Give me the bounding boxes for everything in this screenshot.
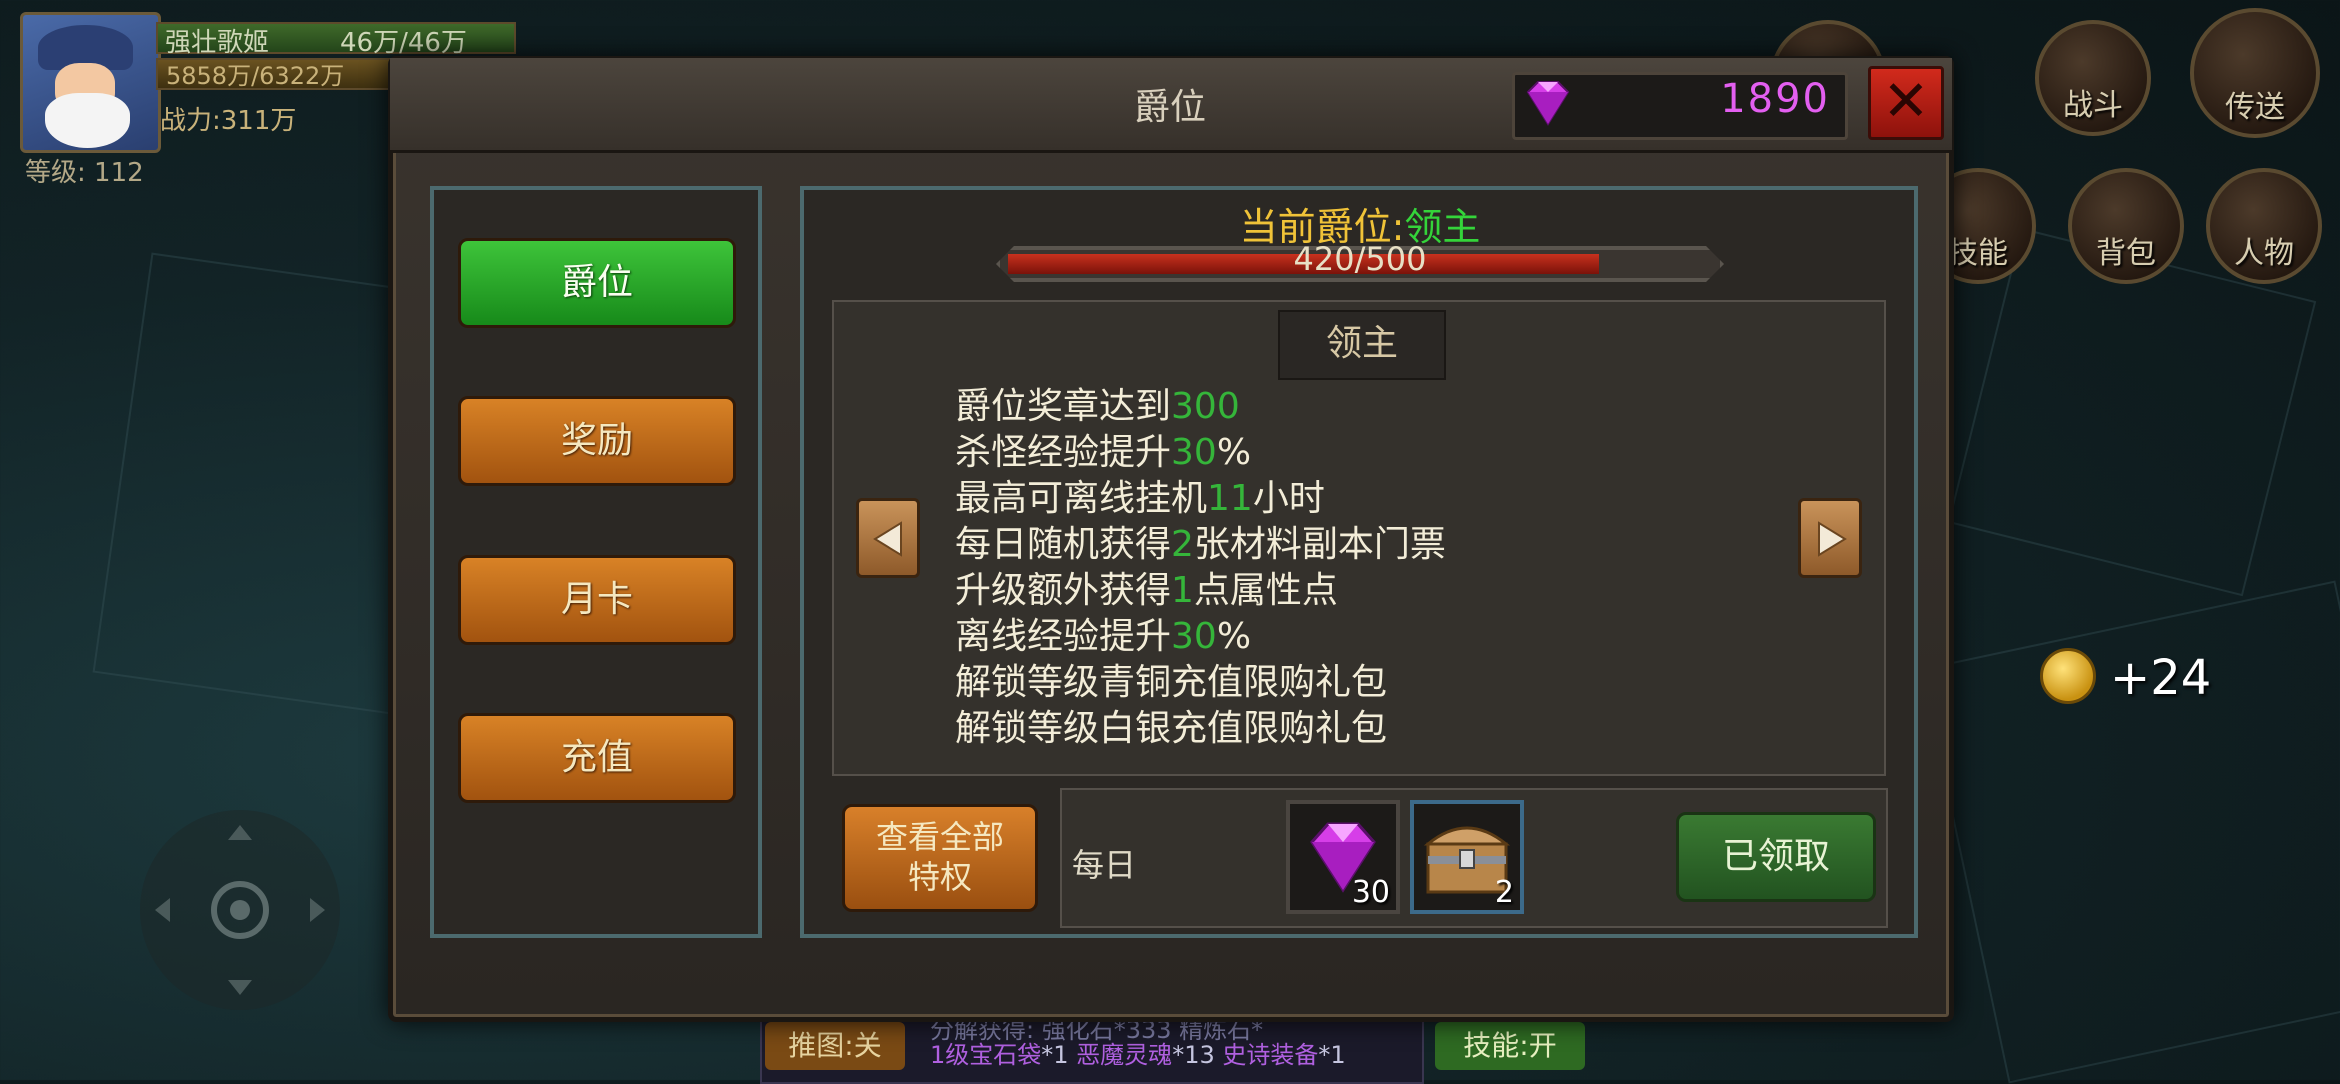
auto-skill-toggle[interactable]: 技能:开	[1435, 1022, 1585, 1070]
perk-line: 杀怪经验提升30%	[955, 432, 1252, 473]
menu-label: 人物	[2234, 236, 2294, 271]
rank-progress-text: 420/500	[1293, 240, 1427, 278]
player-name: 强壮歌姬	[165, 28, 270, 58]
loot-count: *13	[1172, 1041, 1223, 1069]
hp-text: 46万/46万	[340, 28, 467, 58]
menu-btn-character[interactable]: 人物	[2206, 168, 2322, 284]
close-x-icon: ✕	[1882, 69, 1930, 134]
tab-recharge[interactable]: 充值	[458, 713, 736, 803]
menu-btn-battle[interactable]: 战斗	[2035, 20, 2151, 136]
view-all-label: 查看全部	[875, 818, 1004, 856]
menu-btn-teleport[interactable]: 传送	[2190, 8, 2320, 138]
perk-line: 解锁等级白银充值限购礼包	[955, 708, 1388, 749]
reward-item-gem[interactable]: 30	[1286, 800, 1400, 914]
dialog-title: 爵位	[1133, 87, 1206, 128]
menu-label: 传送	[2225, 90, 2285, 125]
menu-label: 背包	[2096, 236, 2156, 271]
item-count: 2	[1494, 875, 1514, 910]
tab-nobility[interactable]: 爵位	[458, 238, 736, 328]
mp-text: 5858万/6322万	[166, 62, 345, 90]
perk-line: 升级额外获得1点属性点	[955, 570, 1338, 611]
arrow-left-icon	[873, 521, 902, 557]
rank-tag: 领主	[1278, 310, 1446, 380]
close-button[interactable]: ✕	[1868, 66, 1944, 140]
loot-count: *1	[1041, 1041, 1077, 1069]
prev-rank-button[interactable]	[856, 498, 920, 578]
virtual-joystick[interactable]	[140, 810, 340, 1010]
combat-power: 战力:311万	[160, 106, 297, 136]
gold-gain-text: +24	[2110, 650, 2212, 706]
tab-rewards[interactable]: 奖励	[458, 396, 736, 486]
tab-monthly-card[interactable]: 月卡	[458, 555, 736, 645]
loot-item: 恶魔灵魂	[1076, 1041, 1173, 1069]
reward-item-chest[interactable]: 2	[1410, 800, 1524, 914]
view-all-label: 特权	[907, 858, 972, 896]
perk-list: 爵位奖章达到300 杀怪经验提升30% 最高可离线挂机11小时每日随机获得2张材料副…	[955, 384, 1446, 752]
loot-item: 史诗装备	[1222, 1041, 1319, 1069]
menu-label: 战斗	[2063, 88, 2123, 123]
loot-log-line: 1级宝石袋*1 恶魔灵魂*13 史诗装备*1	[930, 1035, 1346, 1070]
joystick-dpad-icon	[155, 825, 325, 995]
view-all-privileges-button[interactable]: 查看全部 特权	[842, 804, 1038, 912]
perk-line: 每日随机获得2张材料副本门票	[955, 524, 1446, 565]
perk-line: 解锁等级青铜充值限购礼包	[955, 662, 1388, 703]
daily-label: 每日	[1072, 846, 1137, 884]
claimed-button[interactable]: 已领取	[1676, 812, 1876, 902]
player-avatar[interactable]	[20, 12, 161, 153]
gem-count: 1890	[1720, 76, 1830, 122]
arrow-right-icon	[1818, 521, 1847, 557]
perk-line: 最高可离线挂机11小时	[955, 478, 1325, 519]
loot-count: *1	[1318, 1041, 1346, 1069]
auto-map-toggle[interactable]: 推图:关	[765, 1022, 905, 1070]
loot-item: 1级宝石袋	[930, 1041, 1042, 1069]
gold-coin-icon	[2040, 648, 2096, 704]
menu-btn-bag[interactable]: 背包	[2068, 168, 2184, 284]
player-level: 等级: 112	[25, 158, 144, 188]
perk-line: 爵位奖章达到300	[955, 386, 1240, 427]
item-count: 30	[1351, 875, 1390, 910]
perk-line: 离线经验提升30%	[955, 616, 1252, 657]
next-rank-button[interactable]	[1798, 498, 1862, 578]
gem-icon	[1526, 81, 1570, 126]
